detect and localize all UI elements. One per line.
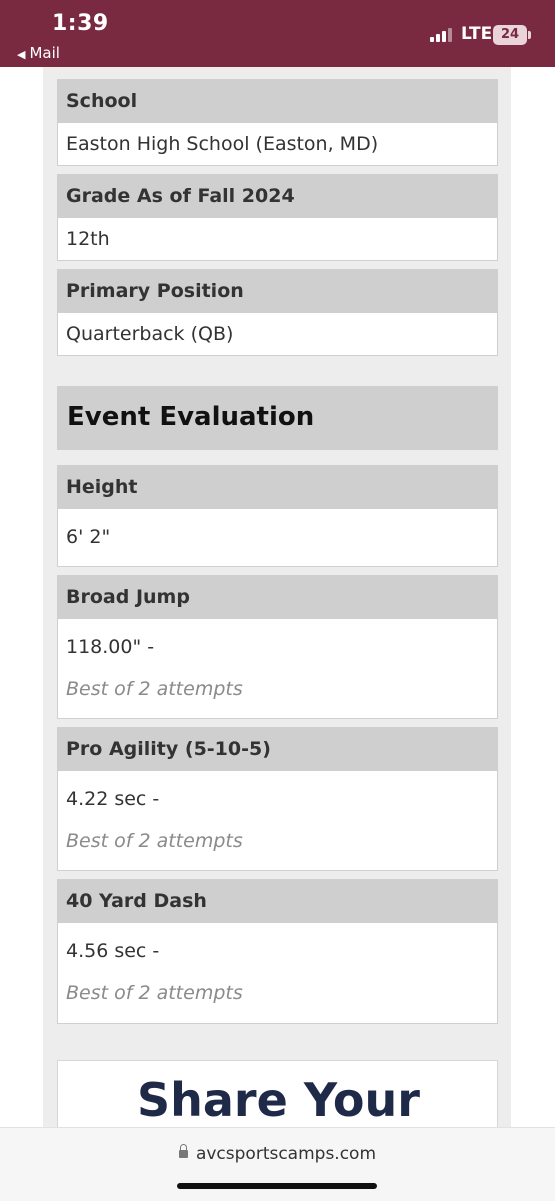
battery-icon: 24	[493, 25, 531, 45]
event-evaluation-heading: Event Evaluation	[57, 386, 498, 450]
url-text: avcsportscamps.com	[195, 1144, 377, 1164]
eval-value: 4.56 sec -	[66, 940, 160, 962]
back-arrow-icon: ◀	[17, 48, 26, 61]
eval-value: 6' 2"	[66, 526, 111, 548]
share-title: Share Your	[137, 1073, 420, 1127]
field-value: Quarterback (QB)	[66, 323, 234, 345]
eval-note: Best of 2 attempts	[66, 982, 243, 1004]
field-school: School Easton High School (Easton, MD)	[57, 79, 498, 166]
field-label: School	[58, 80, 497, 123]
eval-note: Best of 2 attempts	[66, 830, 243, 852]
eval-label: Broad Jump	[58, 576, 497, 619]
eval-broad-jump: Broad Jump 118.00" - Best of 2 attempts	[57, 575, 498, 719]
eval-height: Height 6' 2"	[57, 465, 498, 567]
eval-value: 4.22 sec -	[66, 788, 160, 810]
field-label: Primary Position	[58, 270, 497, 313]
eval-label: 40 Yard Dash	[58, 880, 497, 923]
status-time: 1:39	[52, 11, 109, 36]
eval-value: 118.00" -	[66, 636, 155, 658]
eval-note: Best of 2 attempts	[66, 678, 243, 700]
url-display[interactable]: avcsportscamps.com	[0, 1144, 555, 1164]
eval-pro-agility: Pro Agility (5-10-5) 4.22 sec - Best of …	[57, 727, 498, 871]
network-type: LTE	[461, 24, 493, 44]
status-bar: 1:39 ◀ Mail LTE 24	[0, 0, 555, 67]
field-position: Primary Position Quarterback (QB)	[57, 269, 498, 356]
signal-icon	[430, 26, 456, 42]
field-value: 12th	[66, 228, 110, 250]
back-to-mail-button[interactable]: ◀ Mail	[17, 44, 60, 62]
browser-address-bar[interactable]: avcsportscamps.com	[0, 1127, 555, 1201]
eval-40-yard-dash: 40 Yard Dash 4.56 sec - Best of 2 attemp…	[57, 879, 498, 1024]
field-label: Grade As of Fall 2024	[58, 175, 497, 218]
field-grade: Grade As of Fall 2024 12th	[57, 174, 498, 261]
back-label: Mail	[29, 44, 60, 62]
eval-label: Height	[58, 466, 497, 509]
home-indicator[interactable]	[177, 1183, 377, 1189]
eval-label: Pro Agility (5-10-5)	[58, 728, 497, 771]
lock-icon	[178, 1144, 188, 1158]
field-value: Easton High School (Easton, MD)	[66, 133, 379, 155]
battery-level: 24	[500, 27, 520, 42]
